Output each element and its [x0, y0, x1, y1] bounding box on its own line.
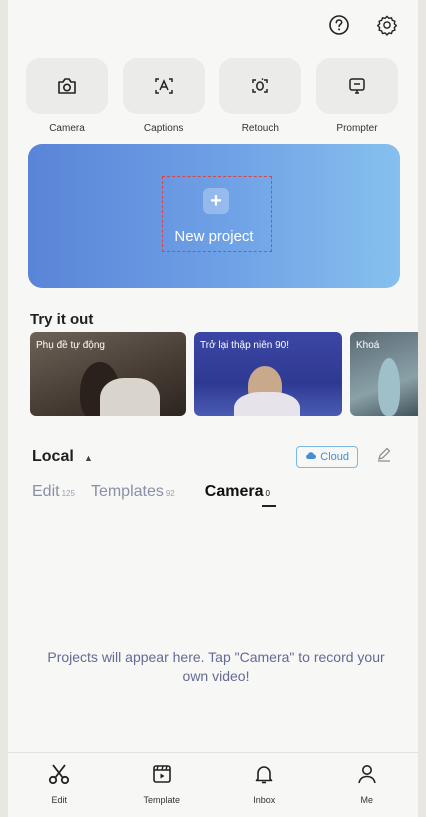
- card-thumbnail: [234, 392, 300, 416]
- tab-edit[interactable]: Edit 125: [32, 483, 75, 501]
- nav-label: Me: [360, 795, 373, 805]
- bell-icon: [251, 761, 277, 787]
- nav-label: Edit: [51, 795, 67, 805]
- tab-label: Edit: [32, 483, 60, 500]
- new-project-banner[interactable]: + New project: [28, 144, 400, 288]
- app-screen: Camera Captions Retouch Prompter + New p…: [8, 0, 418, 817]
- nav-inbox[interactable]: Inbox: [224, 753, 304, 817]
- tool-prompter[interactable]: Prompter: [314, 58, 400, 134]
- try-card[interactable]: Trở lại thập niên 90!: [194, 332, 342, 416]
- tool-label: Retouch: [241, 123, 279, 134]
- empty-state-message: Projects will appear here. Tap "Camera" …: [47, 649, 385, 684]
- person-icon: [354, 761, 380, 787]
- cloud-label: Cloud: [320, 451, 349, 463]
- nav-edit[interactable]: Edit: [19, 753, 99, 817]
- local-title[interactable]: Local: [32, 448, 74, 466]
- new-project-label[interactable]: New project: [28, 228, 400, 245]
- try-card[interactable]: Phụ đề tự động: [30, 332, 186, 416]
- nav-me[interactable]: Me: [327, 753, 407, 817]
- try-it-out-carousel[interactable]: Phụ đề tự động Trở lại thập niên 90! Kho…: [30, 332, 418, 416]
- plus-icon[interactable]: +: [203, 188, 229, 214]
- nav-template[interactable]: Template: [122, 753, 202, 817]
- retouch-icon: [219, 58, 302, 114]
- tab-templates[interactable]: Templates 92: [91, 483, 175, 501]
- tab-count: 92: [165, 489, 175, 498]
- prompter-icon: [315, 58, 398, 114]
- settings-icon[interactable]: [374, 12, 400, 38]
- help-icon[interactable]: [326, 12, 352, 38]
- local-tabs: Edit 125 Templates 92 Camera 0: [32, 483, 286, 501]
- tab-label: Camera: [204, 483, 264, 500]
- caret-up-icon[interactable]: ▲: [84, 453, 93, 463]
- tab-camera[interactable]: Camera 0: [205, 483, 270, 501]
- tool-captions[interactable]: Captions: [121, 58, 207, 134]
- card-caption: Khoá: [356, 340, 380, 351]
- camera-icon: [26, 58, 108, 114]
- tool-label: Prompter: [336, 123, 378, 134]
- try-it-out-title: Try it out: [30, 311, 94, 328]
- nav-label: Template: [143, 795, 181, 805]
- try-card[interactable]: Khoá: [350, 332, 418, 416]
- active-tab-indicator: [262, 505, 276, 507]
- cloud-icon: [305, 451, 317, 463]
- bottom-nav: Edit Template Inbox Me: [8, 752, 418, 817]
- captions-icon: [122, 58, 205, 114]
- tool-label: Camera: [49, 123, 85, 134]
- tab-count: 125: [61, 489, 75, 498]
- template-icon: [149, 761, 175, 787]
- tool-retouch[interactable]: Retouch: [217, 58, 303, 134]
- cloud-button[interactable]: Cloud: [296, 446, 358, 468]
- card-caption: Trở lại thập niên 90!: [200, 340, 290, 351]
- nav-label: Inbox: [253, 795, 276, 805]
- card-caption: Phụ đề tự động: [36, 340, 105, 351]
- top-bar: [326, 12, 400, 38]
- tab-count: 0: [265, 489, 270, 498]
- card-thumbnail: [378, 358, 400, 416]
- pencil-icon[interactable]: [376, 446, 394, 464]
- tool-label: Captions: [143, 123, 184, 134]
- local-header: Local ▲ Cloud: [32, 446, 398, 470]
- tool-camera[interactable]: Camera: [24, 58, 110, 134]
- tab-label: Templates: [90, 483, 164, 500]
- card-thumbnail: [100, 378, 160, 416]
- scissors-icon: [46, 761, 72, 787]
- tools-row: Camera Captions Retouch Prompter: [24, 58, 400, 134]
